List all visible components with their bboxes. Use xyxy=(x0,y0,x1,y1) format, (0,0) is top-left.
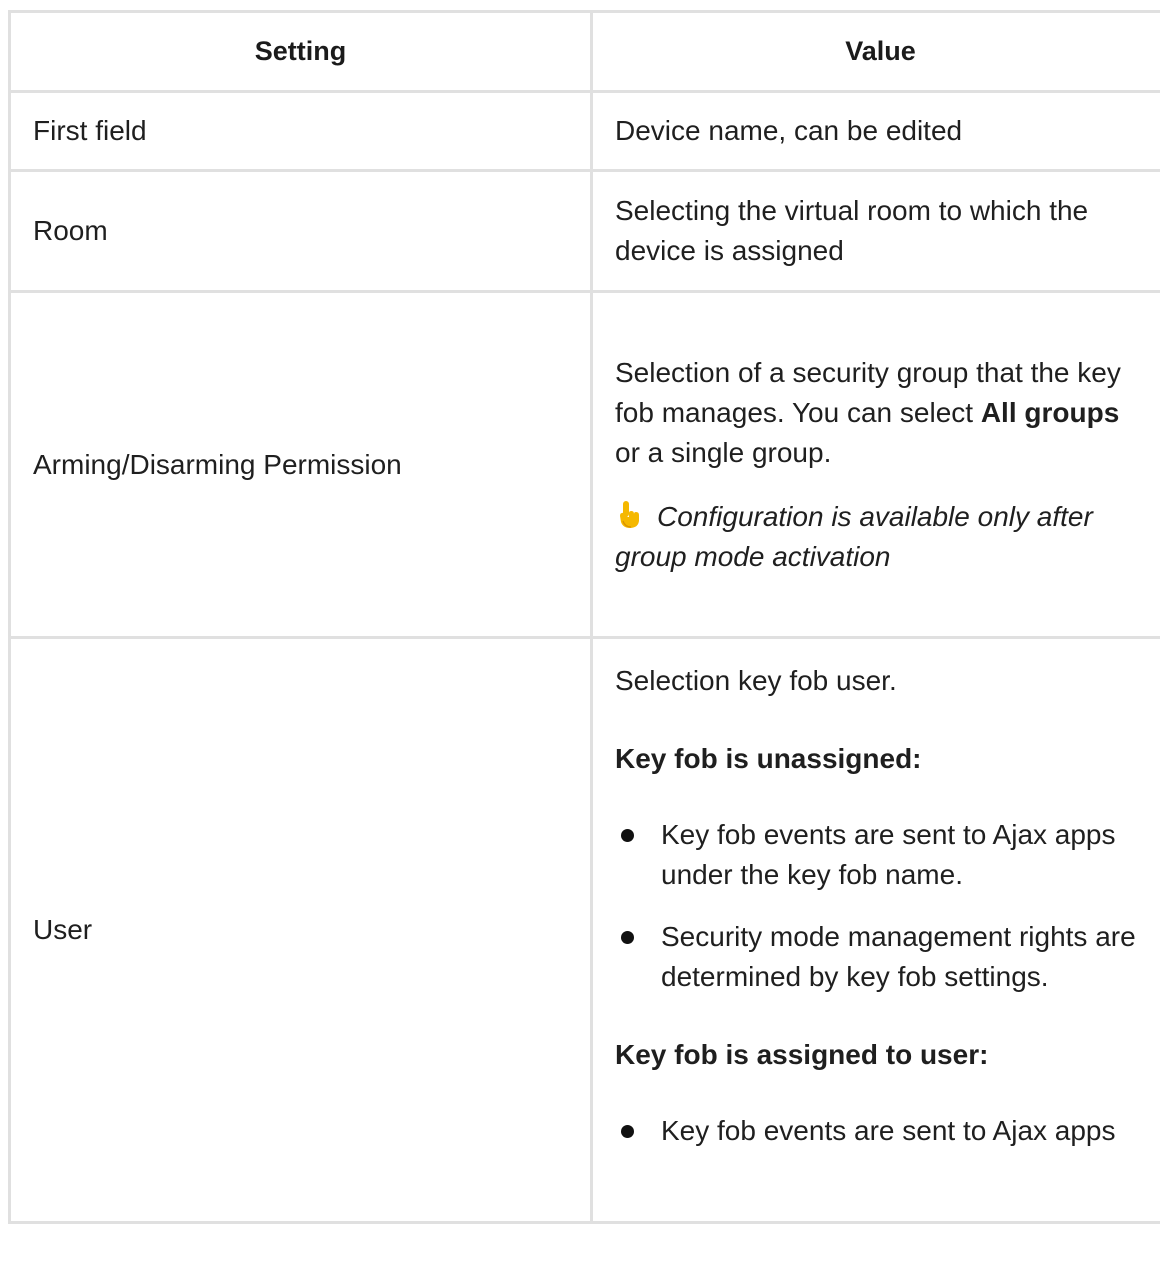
list-item-text: Key fob events are sent to Ajax apps xyxy=(661,1115,1116,1146)
list-item: Key fob events are sent to Ajax apps xyxy=(615,1111,1144,1151)
note-text: Configuration is available only after gr… xyxy=(615,500,1093,572)
permission-description: Selection of a security group that the k… xyxy=(615,353,1144,473)
user-value-content: Selection key fob user. Key fob is unass… xyxy=(615,661,1144,1221)
group-mode-note: Configuration is available only after gr… xyxy=(615,497,1144,577)
description-text-end: or a single group. xyxy=(615,436,832,468)
setting-cell: Arming/Disarming Permission xyxy=(8,290,593,639)
assigned-list: Key fob events are sent to Ajax apps xyxy=(615,1111,1144,1151)
bullet-icon xyxy=(621,1125,634,1138)
setting-cell: Room xyxy=(8,169,593,293)
table-header-row: Setting Value xyxy=(8,10,1160,93)
table-row: User Selection key fob user. Key fob is … xyxy=(8,636,1160,1224)
list-item: Security mode management rights are dete… xyxy=(615,917,1144,997)
unassigned-heading: Key fob is unassigned: xyxy=(615,743,922,774)
list-item-text: Key fob events are sent to Ajax apps und… xyxy=(661,819,1116,890)
list-item-text: Security mode management rights are dete… xyxy=(661,921,1136,992)
header-value: Value xyxy=(590,10,1160,93)
pointing-hand-icon xyxy=(620,500,639,528)
bullet-icon xyxy=(621,829,634,842)
table-row: Room Selecting the virtual room to which… xyxy=(8,169,1160,293)
settings-table: Setting Value First field Device name, c… xyxy=(8,10,1160,1224)
table-row: Arming/Disarming Permission Selection of… xyxy=(8,290,1160,639)
header-setting: Setting xyxy=(8,10,593,93)
assigned-heading: Key fob is assigned to user: xyxy=(615,1039,989,1070)
value-cell: Selecting the virtual room to which the … xyxy=(590,169,1160,293)
all-groups-emphasis: All groups xyxy=(980,396,1120,428)
list-item: Key fob events are sent to Ajax apps und… xyxy=(615,815,1144,895)
bullet-icon xyxy=(621,931,634,944)
value-cell: Selection of a security group that the k… xyxy=(590,290,1160,639)
value-cell: Device name, can be edited xyxy=(590,90,1160,172)
table-row: First field Device name, can be edited xyxy=(8,90,1160,172)
user-intro: Selection key fob user. xyxy=(615,665,897,696)
setting-cell: User xyxy=(8,636,593,1224)
unassigned-list: Key fob events are sent to Ajax apps und… xyxy=(615,815,1144,997)
setting-cell: First field xyxy=(8,90,593,172)
value-cell: Selection key fob user. Key fob is unass… xyxy=(590,636,1160,1224)
